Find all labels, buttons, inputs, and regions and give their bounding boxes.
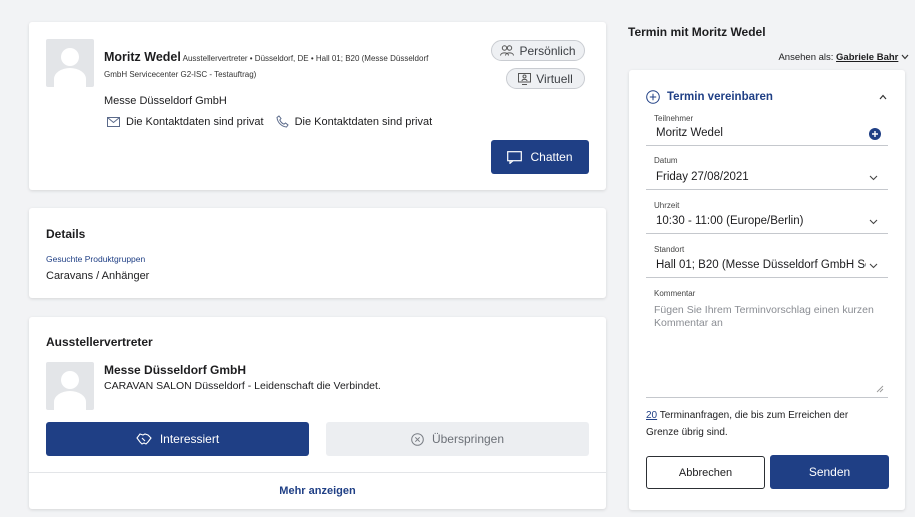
profile-company: Messe Düsseldorf GmbH [104,95,227,107]
chat-button[interactable]: Chatten [491,140,589,174]
participants-value: Moritz Wedel [656,127,723,139]
chevron-up-icon [879,94,887,100]
comment-placeholder: Fügen Sie Ihrem Terminvorschlag einen ku… [654,304,874,329]
skip-button[interactable]: Überspringen [326,422,589,456]
limit-text: Terminanfragen, die bis zum Erreichen de… [659,410,849,421]
view-as: Ansehen als: Gabriele Bahr [778,52,909,63]
date-label: Datum [654,156,678,165]
exhibitor-title: Ausstellervertreter [46,335,153,349]
phone-private-text: Die Kontaktdaten sind privat [294,115,433,128]
resize-handle-icon[interactable] [876,385,884,393]
details-title: Details [46,227,86,241]
limit-text-2: Grenze übrig sind. [646,427,728,438]
participants-label: Teilnehmer [654,114,694,123]
contact-row: Die Kontaktdaten sind privat Die Kontakt… [107,115,432,128]
plus-circle-icon [646,90,660,104]
time-label: Uhrzeit [654,201,680,210]
details-card: Details Gesuchte Produktgruppen Caravans… [29,208,606,298]
chevron-down-icon [869,219,878,225]
exhibitor-description: CARAVAN SALON Düsseldorf - Leidenschaft … [104,380,381,392]
limit-info: 20 Terminanfragen, die bis zum Erreichen… [646,407,848,441]
add-participant-icon[interactable] [869,128,881,140]
interested-button[interactable]: Interessiert [46,422,309,456]
appointment-title: Termin mit Moritz Wedel [628,25,766,39]
monitor-user-icon [518,72,532,85]
date-field[interactable]: Datum Friday 27/08/2021 [646,154,888,190]
send-button[interactable]: Senden [770,455,889,489]
handshake-icon [136,433,152,445]
comment-label: Kommentar [654,289,696,298]
show-more-link[interactable]: Mehr anzeigen [29,485,606,497]
location-label: Standort [654,245,685,254]
profile-meta: Ausstellervertreter • Düsseldorf, DE • H… [182,54,429,63]
profile-card: Moritz Wedel Ausstellervertreter • Düsse… [29,22,606,190]
schedule-title: Termin vereinbaren [667,91,773,103]
schedule-header[interactable]: Termin vereinbaren [646,88,889,106]
time-value: 10:30 - 11:00 (Europe/Berlin) [656,215,804,227]
participants-field[interactable]: Teilnehmer Moritz Wedel [646,112,888,146]
view-as-user[interactable]: Gabriele Bahr [836,52,898,63]
product-groups-label: Gesuchte Produktgruppen [46,254,146,264]
time-field[interactable]: Uhrzeit 10:30 - 11:00 (Europe/Berlin) [646,199,888,234]
people-icon [500,45,515,56]
chat-icon [507,150,523,164]
location-value: Hall 01; B20 (Messe Düsseldorf GmbH Serv… [656,259,866,271]
chevron-down-icon [869,175,878,181]
exhibitor-company: Messe Düsseldorf GmbH [104,363,247,377]
cancel-button[interactable]: Abbrechen [646,456,765,489]
view-as-label: Ansehen als: [778,52,834,63]
exhibitor-avatar [46,362,94,410]
exhibitor-card: Ausstellervertreter Messe Düsseldorf Gmb… [29,317,606,509]
tag-personal[interactable]: Persönlich [491,40,585,61]
chevron-down-icon [869,263,878,269]
mail-icon [107,116,120,127]
date-value: Friday 27/08/2021 [656,171,749,183]
email-private-text: Die Kontaktdaten sind privat [126,115,264,128]
phone-icon [276,115,289,128]
profile-name: Moritz Wedel [104,50,181,64]
comment-field[interactable]: Kommentar Fügen Sie Ihrem Terminvorschla… [646,288,888,398]
close-circle-icon [411,432,424,446]
profile-name-line: Moritz Wedel Ausstellervertreter • Düsse… [104,50,428,64]
divider [29,472,606,473]
limit-count[interactable]: 20 [646,410,657,421]
tag-virtual[interactable]: Virtuell [506,68,585,89]
product-groups-value: Caravans / Anhänger [46,270,150,282]
location-field[interactable]: Standort Hall 01; B20 (Messe Düsseldorf … [646,243,888,278]
chevron-down-icon [901,54,909,60]
profile-avatar [46,39,94,87]
profile-meta-2: GmbH Servicecenter G2-ISC - Testauftrag) [104,70,257,79]
